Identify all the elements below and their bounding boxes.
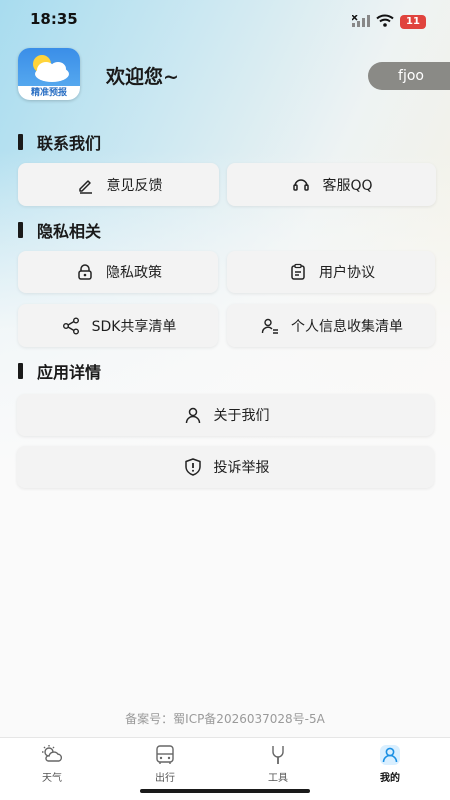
user-list-icon [259, 315, 281, 337]
privacy-policy-button[interactable]: 隐私政策 [18, 251, 218, 293]
about-us-button[interactable]: 关于我们 [17, 394, 434, 436]
home-indicator[interactable] [140, 789, 310, 793]
weather-icon [42, 745, 63, 762]
nav-label: 我的 [380, 773, 400, 784]
nav-label: 出行 [155, 773, 175, 784]
wifi-icon [376, 12, 394, 31]
section-title-app: 应用详情 [18, 359, 101, 383]
app-badge-label: 精准预报 [18, 86, 80, 100]
customer-qq-button[interactable]: 客服QQ [227, 163, 436, 206]
personal-info-list-button[interactable]: 个人信息收集清单 [227, 304, 435, 347]
nav-label: 天气 [42, 773, 62, 784]
nav-item-mine[interactable]: 我的 [360, 744, 420, 784]
section-bar [18, 222, 23, 238]
feedback-button[interactable]: 意见反馈 [18, 163, 219, 206]
section-bar [18, 363, 23, 379]
person-icon [182, 404, 204, 426]
privacy-policy-label: 隐私政策 [106, 265, 162, 281]
status-time: 18:35 [30, 10, 78, 28]
feedback-label: 意见反馈 [106, 177, 163, 194]
signal-icon [351, 12, 370, 31]
user-agreement-label: 用户协议 [319, 265, 375, 281]
section-title-text: 联系我们 [37, 134, 102, 153]
screen: 18:35 11 精准预报 欢迎您~ fjoo 联系我们 意见反馈 客服QQ 隐… [0, 0, 450, 800]
shield-alert-icon [182, 456, 204, 478]
section-bar [18, 134, 23, 150]
pencil-icon [75, 174, 97, 196]
nav-item-travel[interactable]: 出行 [135, 744, 195, 784]
welcome-text: 欢迎您~ [106, 66, 179, 88]
section-title-contact: 联系我们 [18, 130, 101, 154]
customer-qq-label: 客服QQ [322, 177, 373, 194]
share-icon [60, 315, 82, 337]
about-us-label: 关于我们 [213, 408, 270, 424]
user-agreement-button[interactable]: 用户协议 [227, 251, 435, 293]
report-label: 投诉举报 [213, 460, 270, 476]
battery-icon: 11 [400, 14, 426, 29]
username-badge[interactable]: fjoo [368, 62, 450, 90]
lock-icon [74, 261, 96, 283]
section-title-privacy: 隐私相关 [18, 218, 101, 242]
clipboard-icon [287, 261, 309, 283]
report-button[interactable]: 投诉举报 [17, 446, 434, 488]
nav-label: 工具 [268, 773, 288, 784]
bus-icon [156, 745, 174, 764]
sdk-list-label: SDK共享清单 [91, 318, 177, 335]
section-title-text: 隐私相关 [37, 222, 102, 241]
app-logo: 精准预报 [18, 48, 80, 100]
profile-icon [380, 745, 400, 765]
nav-item-tools[interactable]: 工具 [248, 744, 308, 784]
headset-icon [290, 174, 312, 196]
section-title-text: 应用详情 [37, 363, 102, 382]
sdk-list-button[interactable]: SDK共享清单 [18, 304, 218, 347]
status-icons: 11 [351, 12, 426, 31]
icp-record: 备案号：蜀ICP备2026037028号-5A [125, 712, 325, 726]
personal-info-list-label: 个人信息收集清单 [291, 318, 403, 335]
tools-icon [272, 746, 284, 764]
sun-cloud-icon [33, 55, 69, 82]
nav-item-weather[interactable]: 天气 [22, 744, 82, 784]
